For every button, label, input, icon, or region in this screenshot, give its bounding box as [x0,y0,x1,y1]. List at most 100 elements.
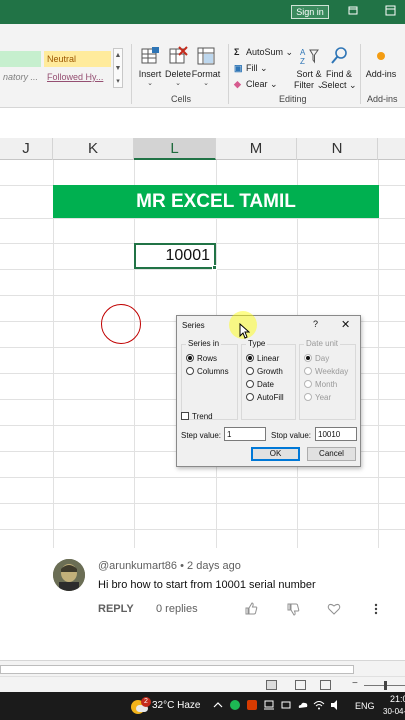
delete-cells-icon [168,46,188,66]
autosum-icon: Σ [234,47,240,57]
radio-selected-icon [186,354,194,362]
column-header-j[interactable]: J [0,138,53,160]
reply-button[interactable]: REPLY [98,603,134,615]
svg-text:A: A [300,48,306,57]
heart-icon[interactable] [327,602,341,616]
laptop-icon[interactable] [263,699,275,711]
radio-date-label: Date [257,380,274,389]
radio-selected-icon [304,354,312,362]
page-layout-icon[interactable] [295,680,306,690]
radio-autofill-label: AutoFill [257,393,284,402]
editing-group-label: Editing [279,94,307,104]
style-good[interactable] [0,51,41,67]
insert-cells-icon [140,46,160,66]
trend-checkbox[interactable]: Trend [181,412,213,421]
type-group: Type Linear Growth Date AutoFill [241,339,296,420]
column-header-k[interactable]: K [53,138,134,160]
column-header-row: J K L M N [0,138,405,160]
stop-value-label: Stop value: [271,431,312,440]
addins-label: Add-ins [365,69,397,79]
click-indicator-circle [101,304,141,344]
normal-view-icon[interactable] [266,680,277,690]
active-cell[interactable]: 10001 [134,243,216,269]
zoom-slider-knob[interactable] [384,681,387,690]
radio-growth[interactable]: Growth [246,367,283,376]
fill-button[interactable]: ▣ Fill ⌄ [234,63,268,74]
fill-handle[interactable] [212,265,217,270]
speaker-icon[interactable] [330,699,342,711]
format-label: Format [191,69,221,79]
radio-icon [304,380,312,388]
red-app-icon[interactable] [246,699,258,711]
wifi-icon[interactable] [313,699,325,711]
radio-month: Month [304,380,337,389]
cancel-button[interactable]: Cancel [307,447,356,461]
clear-button[interactable]: ◆ Clear ⌄ [234,79,278,90]
windows-grid-icon[interactable] [385,5,396,16]
comment-separator: • [180,560,184,572]
find-select-label: Find & [325,69,352,79]
format-button[interactable]: Format ⌄ [189,46,223,88]
style-followed-hyperlink[interactable]: Followed Hy... [44,69,111,85]
zoom-out-icon[interactable]: − [352,678,358,689]
format-cells-icon [196,46,216,66]
radio-linear[interactable]: Linear [246,354,279,363]
dislike-icon[interactable] [286,602,300,616]
radio-icon [246,393,254,401]
autosum-button[interactable]: Σ AutoSum ⌄ [234,47,293,58]
date-unit-group: Date unit Day Weekday Month Year [299,339,356,420]
column-header-m[interactable]: M [216,138,297,160]
radio-date[interactable]: Date [246,380,274,389]
green-app-icon[interactable] [229,699,241,711]
radio-autofill[interactable]: AutoFill [246,393,284,402]
language-indicator[interactable]: ENG [355,701,375,711]
radio-icon [304,367,312,375]
avatar[interactable] [53,559,85,591]
grid-line [0,269,405,270]
find-select-icon [329,46,349,66]
radio-columns[interactable]: Columns [186,367,229,376]
network-icon[interactable] [280,699,292,711]
find-select-label-2-text: Select [321,80,347,90]
more-icon[interactable] [369,602,383,616]
replies-count[interactable]: 0 replies [156,603,198,615]
close-icon[interactable]: ✕ [341,318,350,331]
status-bar: − [0,676,405,692]
radio-rows-label: Rows [197,354,218,363]
style-explanatory[interactable]: natory ... [0,69,41,85]
ok-button[interactable]: OK [251,447,300,461]
styles-gallery-scroll[interactable]: ▲ ▼ ▾ [113,48,123,88]
clock-time[interactable]: 21:0 [390,694,405,704]
clear-label: Clear [246,79,268,89]
radio-linear-label: Linear [257,354,280,363]
comment-username[interactable]: @arunkumart86 [98,560,177,572]
title-banner-cell[interactable]: MR EXCEL TAMIL [53,185,379,218]
restore-icon[interactable] [348,5,359,16]
column-header-n[interactable]: N [297,138,378,160]
stop-value-input[interactable] [315,427,357,441]
step-value-input[interactable] [224,427,266,441]
column-header-l[interactable]: L [134,138,216,160]
like-icon[interactable] [244,602,258,616]
weather-badge: 2 [141,697,151,707]
radio-rows[interactable]: Rows [186,354,217,363]
weather-text[interactable]: 32°C Haze [152,700,200,711]
sign-in-button[interactable]: Sign in [291,5,329,19]
radio-weekday: Weekday [304,367,348,376]
addins-button[interactable]: Add-ins [363,46,399,80]
horizontal-scrollbar[interactable] [0,660,405,676]
scrollbar-thumb[interactable] [0,665,354,674]
date-unit-legend: Date unit [304,339,341,348]
help-button[interactable]: ? [313,319,318,329]
clock-date[interactable]: 30-04- [383,707,405,716]
chevron-up-icon[interactable] [212,699,224,711]
addins-group-label: Add-ins [367,94,398,104]
page-break-icon[interactable] [320,680,331,690]
onedrive-icon[interactable] [297,699,309,711]
comment-meta: @arunkumart86 • 2 days ago [98,560,241,572]
find-select-button[interactable]: Find & Select ⌄ [321,46,357,91]
style-neutral[interactable]: Neutral [44,51,111,67]
mouse-pointer-icon [239,323,250,339]
comment-text: Hi bro how to start from 10001 serial nu… [98,579,316,591]
step-value-label: Step value: [181,431,222,440]
